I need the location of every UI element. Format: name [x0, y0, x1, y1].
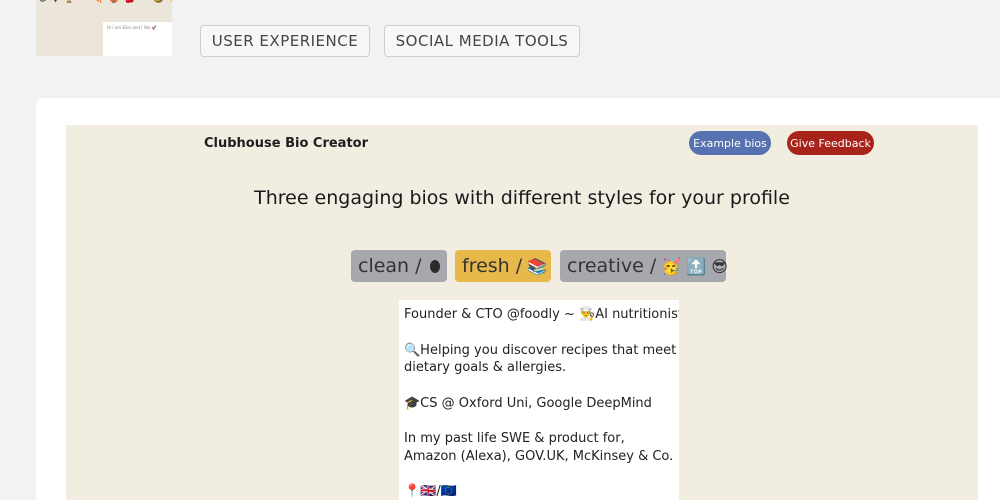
style-fresh-label: fresh / [462, 255, 523, 277]
bio-line: 🔍Helping you discover recipes that meet … [404, 342, 679, 358]
bio-line: 📍🇬🇧/🇪🇺 [404, 484, 457, 499]
app-title: Clubhouse Bio Creator [204, 136, 368, 151]
style-clean-button[interactable]: clean / [351, 250, 447, 282]
give-feedback-button[interactable]: Give Feedback [787, 131, 874, 155]
thumbnail-emojis: 😄 ♀ 🏆 ⚫ 🍕 🤹 🍒 ❤ 🥝 ✨ [38, 0, 172, 4]
style-fresh-button[interactable]: fresh / 📚 [455, 250, 551, 282]
style-clean-label: clean / [358, 255, 422, 277]
style-creative-label: creative / [567, 255, 657, 277]
example-bios-button[interactable]: Example bios [689, 131, 771, 155]
thumbnail-card: Hi I am Elon and I like 🚀 [103, 22, 172, 56]
content-panel: Clubhouse Bio Creator Example bios Give … [36, 98, 1000, 500]
tag-social-media-tools-button[interactable]: SOCIAL MEDIA TOOLS [384, 25, 580, 57]
bio-card: Founder & CTO @foodly ~ 👨‍🍳AI nutritioni… [399, 300, 679, 500]
preview-thumbnail[interactable]: 😄 ♀ 🏆 ⚫ 🍕 🤹 🍒 ❤ 🥝 ✨ Hi I am Elon and I l… [36, 0, 172, 56]
bio-line: 🎓CS @ Oxford Uni, Google DeepMind [404, 395, 652, 411]
bio-line: In my past life SWE & product for, [404, 431, 625, 446]
black-circle-icon [429, 259, 440, 273]
tag-user-experience-button[interactable]: USER EXPERIENCE [200, 25, 370, 57]
bio-line: Amazon (Alexa), GOV.UK, McKinsey & Co. [404, 448, 674, 464]
page-headline: Three engaging bios with different style… [254, 187, 790, 209]
app-preview: Clubhouse Bio Creator Example bios Give … [66, 125, 978, 500]
bio-line: dietary goals & allergies. [404, 360, 567, 375]
party-top-sunglasses-icons: 🥳 🔝 😎 [661, 256, 728, 276]
style-creative-button[interactable]: creative / 🥳 🔝 😎 [560, 250, 728, 282]
thumbnail-card-text: Hi I am Elon and I like 🚀 [107, 25, 157, 30]
bio-line: Founder & CTO @foodly ~ 👨‍🍳AI nutritioni… [404, 307, 679, 322]
books-icon: 📚 [527, 256, 548, 276]
